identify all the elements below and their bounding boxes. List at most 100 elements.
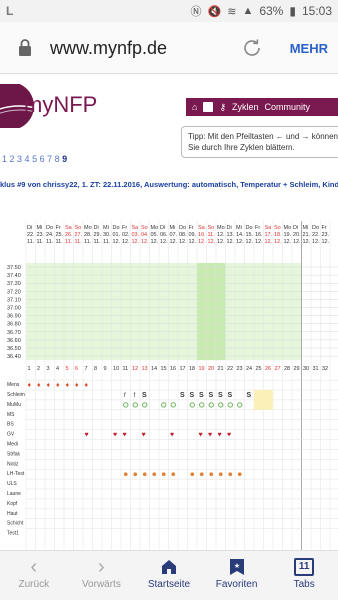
url-field[interactable]: www.mynfp.de <box>50 38 167 59</box>
month-label: 11. <box>27 239 35 245</box>
back-button[interactable]: ‹ Zurück <box>0 551 68 600</box>
more-menu-button[interactable]: MEHR <box>290 41 328 56</box>
temp-tick-label: 37.20 <box>7 289 21 295</box>
weekday-label: Do <box>312 225 319 231</box>
gv-heart-icon: ♥ <box>227 432 231 439</box>
silent-icon: 🔇 <box>207 5 222 18</box>
weekday-label: Mo <box>84 225 92 231</box>
date-label: 02. <box>122 232 130 238</box>
weekday-label: Fr <box>255 225 260 231</box>
schleim-s-mark: S <box>199 392 204 399</box>
mumu-circle <box>132 402 138 408</box>
lh-test-dot <box>199 472 204 476</box>
weekday-label: Mo <box>217 225 225 231</box>
fertile-day-column <box>197 263 207 361</box>
page-link[interactable]: 4 <box>25 154 33 164</box>
highlight-peak-days <box>254 390 273 410</box>
date-label: 11. <box>208 232 216 238</box>
month-label: 12. <box>122 239 130 245</box>
page-link[interactable]: 8 <box>55 154 63 164</box>
status-bar: L Ⓝ 🔇 ≋ ▲ 63% ▮ 15:03 <box>0 0 338 22</box>
row-label: Laune <box>7 491 21 497</box>
cycle-day-number: 8 <box>94 366 97 372</box>
add-icon[interactable] <box>203 102 214 112</box>
weekday-label: So <box>208 225 215 231</box>
nav-community[interactable]: Community <box>265 102 311 112</box>
mumu-circle <box>237 402 243 408</box>
temp-tick-label: 36.60 <box>7 338 21 344</box>
temp-tick-label: 37.50 <box>7 265 21 271</box>
lh-test-dot <box>152 472 157 476</box>
date-label: 22. <box>27 232 35 238</box>
lh-test-dot <box>142 472 147 476</box>
temp-tick-label: 37.00 <box>7 306 21 312</box>
mumu-circle <box>189 402 195 408</box>
temp-tick-label: 36.50 <box>7 346 21 352</box>
date-label: 14. <box>236 232 244 238</box>
page-link[interactable]: 7 <box>47 154 55 164</box>
cycle-day-number: 17 <box>180 366 186 372</box>
cycle-day-number: 5 <box>66 366 69 372</box>
lh-test-dot <box>218 472 223 476</box>
date-label: 05. <box>151 232 159 238</box>
month-label: 12. <box>227 239 235 245</box>
month-label: 12. <box>179 239 187 245</box>
gv-heart-icon: ♥ <box>85 432 89 439</box>
cycle-chart: Di22.11.Mi23.11.Do24.11.Fr25.11.Sa26.11.… <box>7 221 338 550</box>
date-label: 08. <box>179 232 187 238</box>
mumu-circle <box>170 402 176 408</box>
weekday-label: Fr <box>122 225 127 231</box>
page-link[interactable]: 6 <box>40 154 48 164</box>
home-label: Startseite <box>147 579 191 590</box>
home-nav-icon[interactable]: ⌂ <box>192 102 197 112</box>
page-link[interactable]: 3 <box>17 154 25 164</box>
date-label: 26. <box>65 232 73 238</box>
cycle-day-number: 14 <box>151 366 157 372</box>
bookmark-star-icon: ★ <box>229 559 244 575</box>
tip-box: Tipp: Mit den Pfeiltasten ← und → können… <box>181 126 338 158</box>
row-label: Strfak <box>7 451 21 457</box>
weekday-label: Sa <box>132 225 140 231</box>
weekday-label: Mi <box>236 225 242 231</box>
cycle-day-number: 29 <box>294 366 300 372</box>
page-link[interactable]: 1 <box>2 154 10 164</box>
mumu-circle <box>218 402 224 408</box>
page-link[interactable]: 2 <box>10 154 18 164</box>
month-label: 12. <box>274 239 282 245</box>
month-label: 12. <box>198 239 206 245</box>
month-label: 12. <box>189 239 197 245</box>
cycle-title: klus #9 von chrissy22, 1. ZT: 22.11.2016… <box>0 180 338 189</box>
temp-tick-label: 37.40 <box>7 273 21 279</box>
month-label: 12. <box>160 239 168 245</box>
home-button[interactable]: Startseite <box>135 551 203 600</box>
cycle-day-number: 11 <box>123 366 129 372</box>
temp-tick-label: 37.30 <box>7 281 21 287</box>
page-link[interactable]: 5 <box>32 154 40 164</box>
mens-drop-icon: ♦ <box>66 382 70 389</box>
forward-button[interactable]: › Vorwärts <box>68 551 136 600</box>
month-label: 12. <box>293 239 301 245</box>
weekday-label: Fr <box>189 225 194 231</box>
clock: 15:03 <box>301 4 332 18</box>
month-label: 12. <box>265 239 273 245</box>
favorites-button[interactable]: ★ Favoriten <box>203 551 271 600</box>
weekday-label: Fr <box>56 225 61 231</box>
reload-icon[interactable] <box>240 36 264 60</box>
date-label: 21. <box>303 232 311 238</box>
row-label: Haut <box>7 511 18 517</box>
key-icon[interactable]: ⚷ <box>219 102 226 113</box>
nav-cycles[interactable]: Zyklen <box>232 102 259 112</box>
lh-test-dot <box>190 472 195 476</box>
current-page: 9 <box>62 154 68 164</box>
date-label: 22. <box>312 232 320 238</box>
cycle-day-number: 1 <box>28 366 31 372</box>
date-label: 04. <box>141 232 149 238</box>
weekday-label: Di <box>160 225 165 231</box>
weekday-label: Mi <box>170 225 176 231</box>
svg-text:★: ★ <box>233 562 239 570</box>
date-label: 19. <box>284 232 292 238</box>
home-icon <box>161 560 176 574</box>
month-label: 12. <box>217 239 225 245</box>
date-label: 01. <box>113 232 121 238</box>
tabs-button[interactable]: 11 Tabs <box>270 551 338 600</box>
